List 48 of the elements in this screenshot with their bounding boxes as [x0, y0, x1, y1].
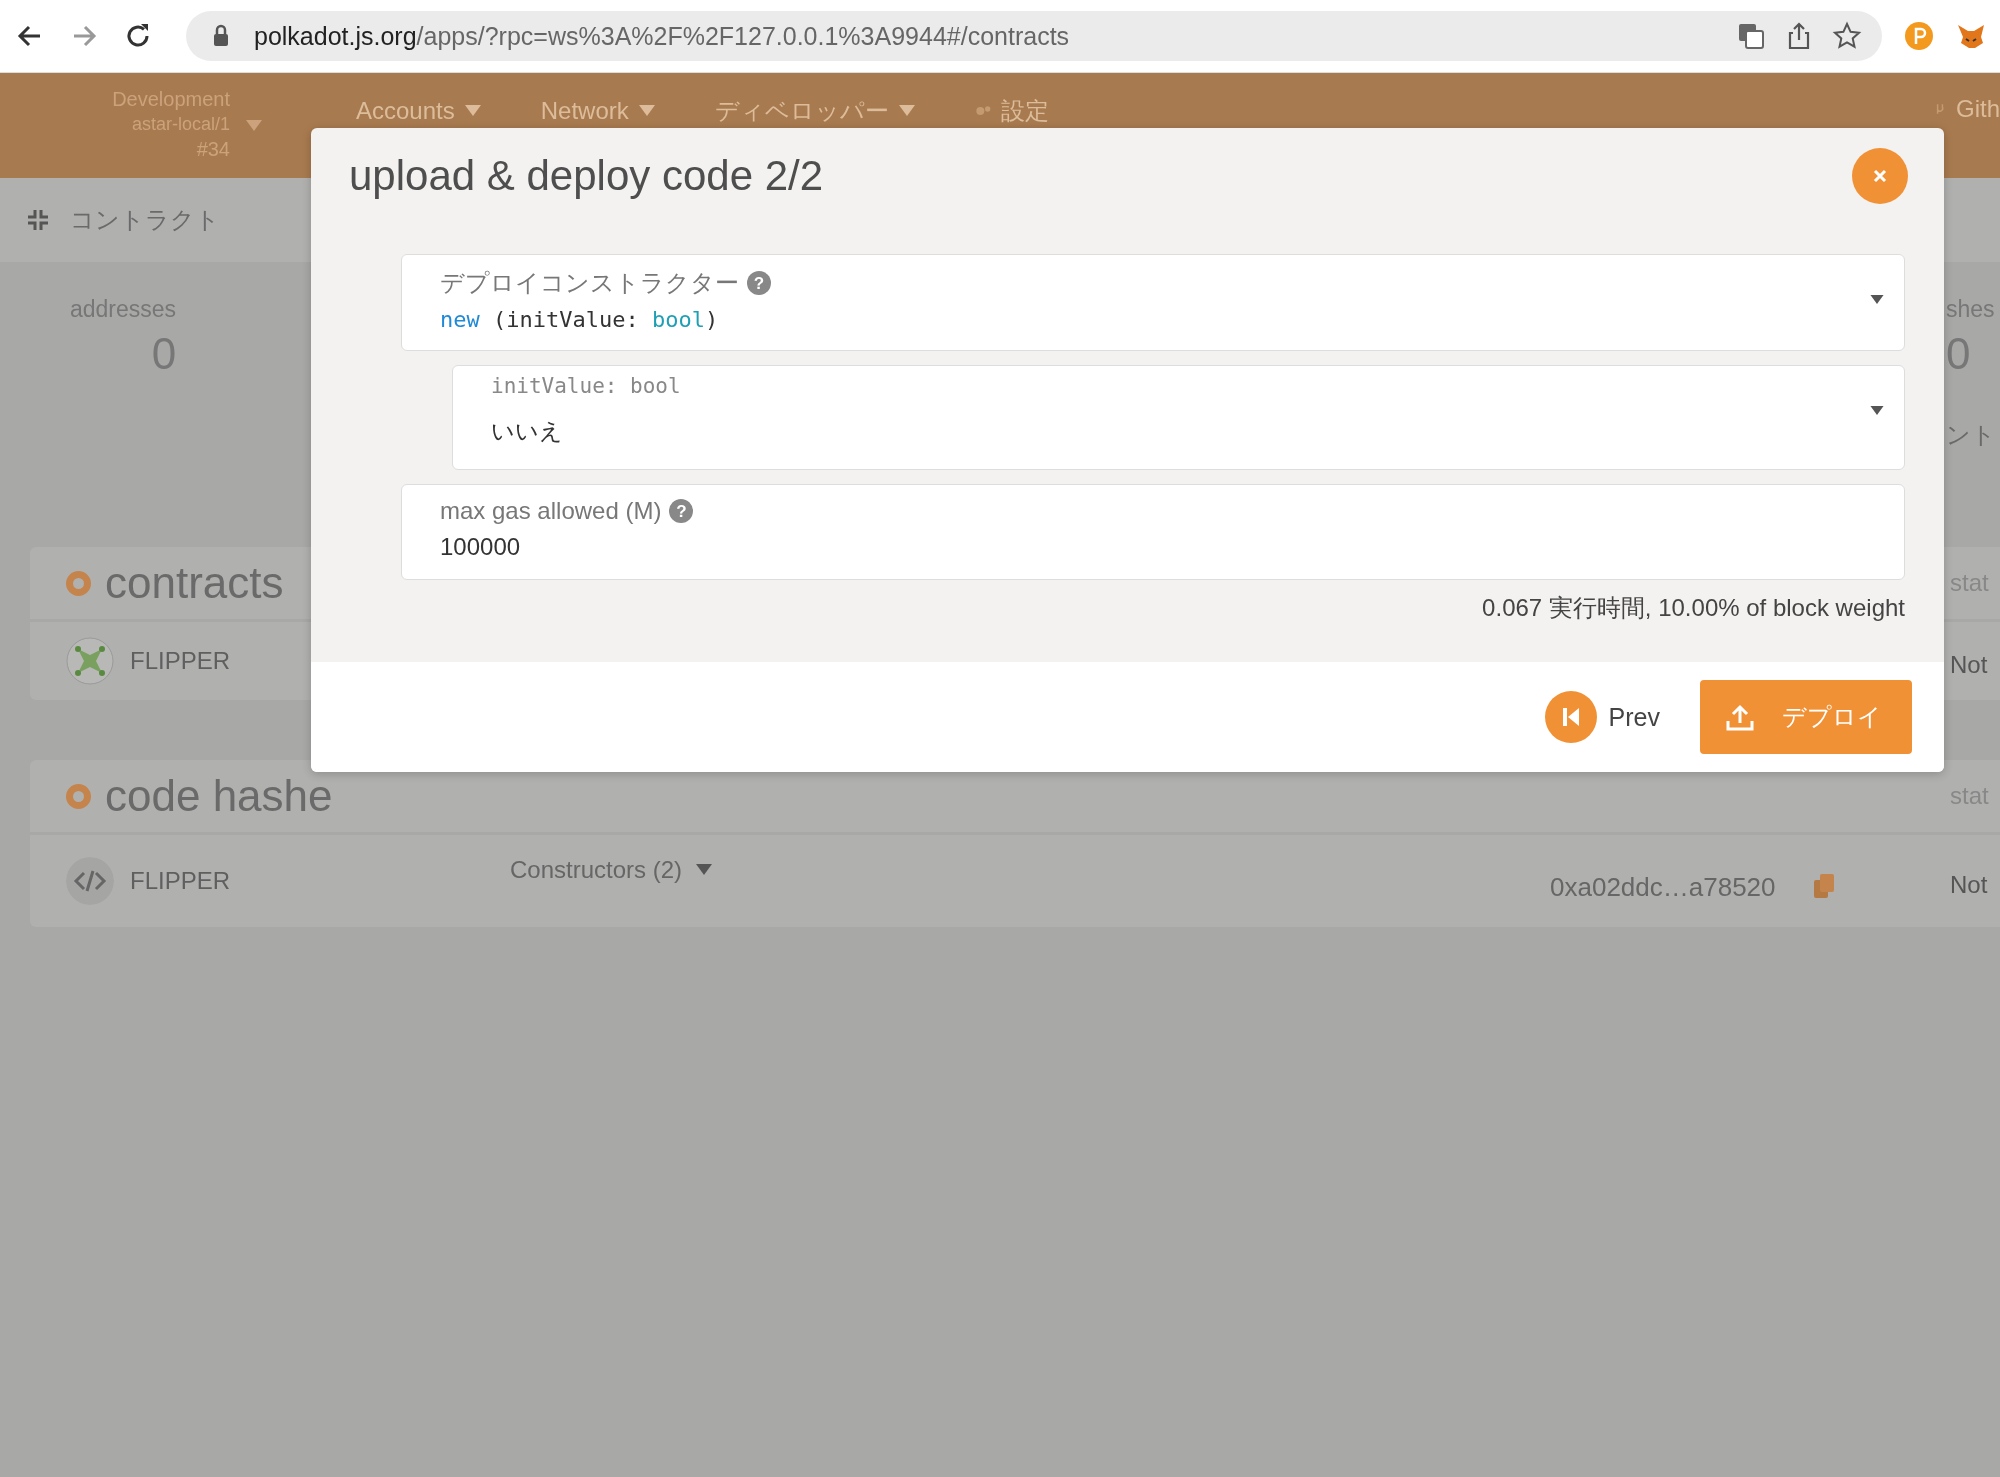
skip-back-icon	[1544, 691, 1597, 743]
section-title: code hashe	[105, 771, 333, 821]
modal-title: upload & deploy code 2/2	[349, 152, 824, 200]
nav-menu[interactable]: Accounts	[356, 95, 481, 127]
caret-icon	[696, 864, 713, 876]
help-icon[interactable]: ?	[669, 499, 694, 523]
field-value: new (initValue: bool)	[440, 307, 720, 332]
field-label: デプロイコンストラクター	[440, 268, 739, 298]
section-title: contracts	[105, 558, 284, 608]
polkadot-extension-icon[interactable]	[1904, 21, 1934, 51]
upload-icon	[1726, 703, 1754, 731]
contract-name: FLIPPER	[130, 647, 232, 675]
field-label: initValue: bool	[491, 374, 681, 398]
address-bar[interactable]: polkadot.js.org/apps/?rpc=ws%3A%2F%2F127.0.0.1%3A9944#/contracts	[186, 11, 1882, 61]
identicon-icon	[66, 637, 114, 685]
status-text: Not	[1950, 871, 1989, 899]
nav-menu[interactable]: ディベロッパー	[714, 95, 915, 127]
nav-menu[interactable]: 設定	[974, 95, 1049, 127]
caret-icon	[638, 105, 655, 117]
field-label: max gas allowed (M)	[440, 497, 662, 525]
status-text: Not	[1950, 651, 1989, 679]
caret-icon	[898, 105, 915, 117]
code-icon	[66, 857, 114, 905]
field-value: いいえ	[491, 417, 564, 446]
input-field[interactable]: max gas allowed (M) ? 100000	[401, 484, 1905, 580]
constructors-dropdown[interactable]: Constructors (2)	[510, 856, 1550, 884]
caret-icon	[1870, 295, 1884, 304]
prev-button[interactable]: Prev	[1544, 691, 1660, 743]
star-icon[interactable]	[1832, 21, 1862, 51]
field-value: 100000	[440, 533, 522, 561]
dropdown-field[interactable]: デプロイコンストラクター ? new (initValue: bool)	[401, 254, 1905, 351]
github-link[interactable]: Gith	[1932, 87, 2000, 123]
help-icon[interactable]: ?	[747, 271, 771, 295]
stat-note: ント	[1946, 420, 1996, 450]
caret-icon	[1870, 406, 1884, 415]
status-dot-icon	[66, 783, 91, 809]
nav-menu[interactable]: Network	[540, 95, 655, 127]
translate-icon[interactable]	[1736, 21, 1766, 51]
compress-icon	[26, 208, 50, 232]
weight-info: 0.067 実行時間, 10.00% of block weight	[1481, 593, 1905, 623]
contract-name: FLIPPER	[130, 867, 232, 895]
status-dot-icon	[66, 570, 91, 596]
url-text[interactable]: polkadot.js.org/apps/?rpc=ws%3A%2F%2F127.0.0.1%3A9944#/contracts	[254, 21, 1070, 51]
page-title: コントラクト	[70, 205, 220, 235]
deploy-button[interactable]: デプロイ	[1700, 680, 1912, 754]
dropdown-field[interactable]: initValue: bool いいえ	[452, 365, 1905, 470]
code-hash: 0xa02ddc…a78520	[1550, 871, 1777, 903]
caret-icon	[464, 105, 481, 117]
